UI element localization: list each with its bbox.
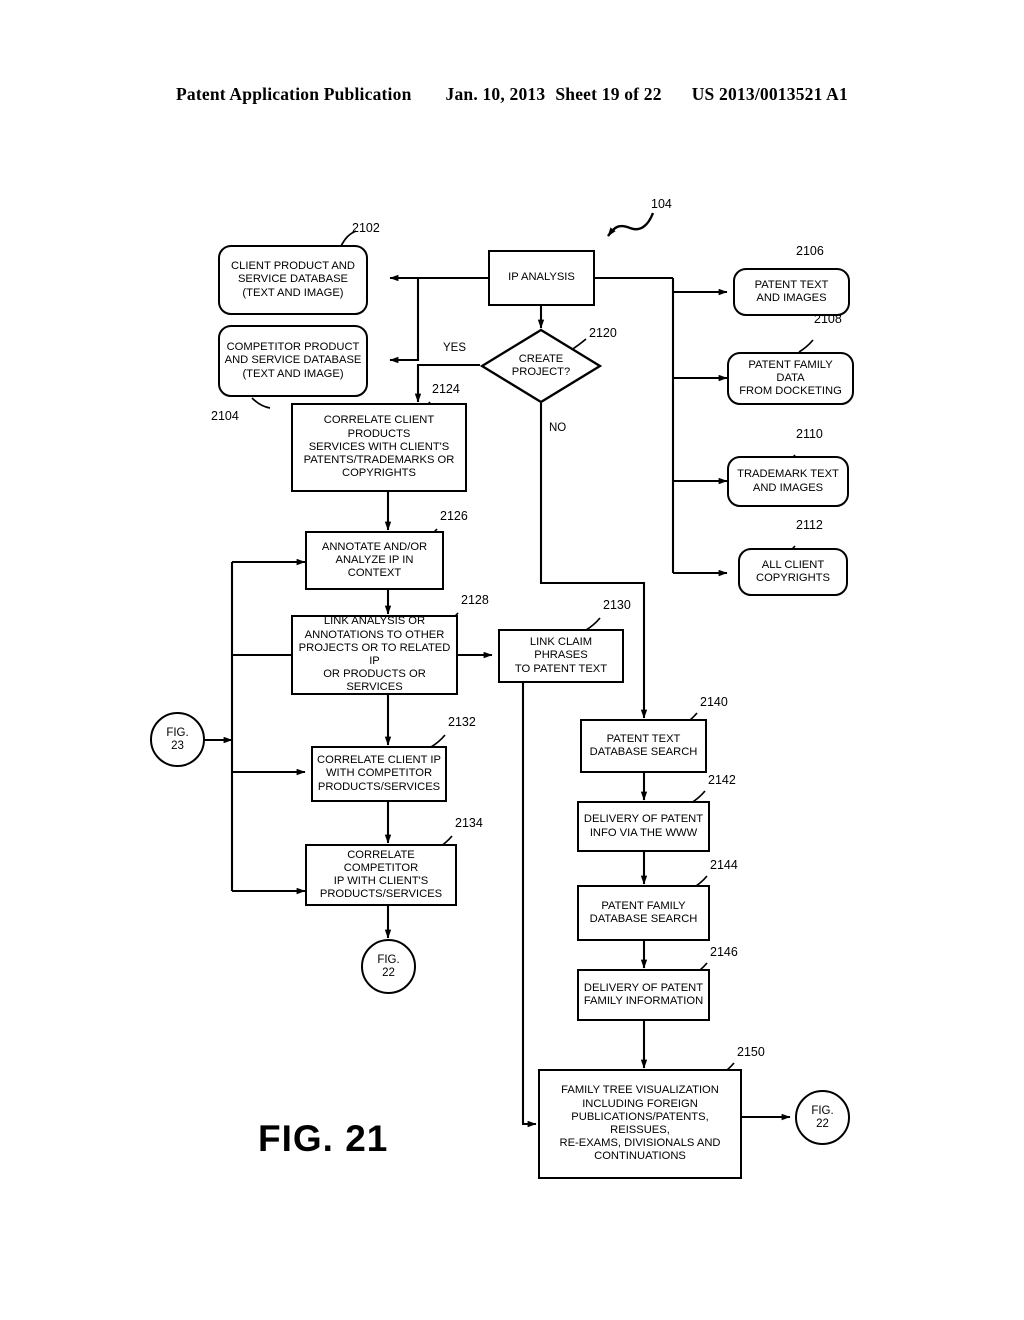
- node-label: DELIVERY OF PATENT FAMILY INFORMATION: [583, 981, 704, 1007]
- node-patent-text-database-search: PATENT TEXT DATABASE SEARCH: [580, 719, 707, 773]
- node-label: CLIENT PRODUCT AND SERVICE DATABASE (TEX…: [231, 260, 355, 299]
- node-label: PATENT FAMILY DATA FROM DOCKETING: [739, 358, 842, 398]
- ref-104: 104: [651, 197, 672, 211]
- ref-2140: 2140: [700, 695, 728, 709]
- node-label: ANNOTATE AND/OR ANALYZE IP IN CONTEXT: [321, 540, 428, 580]
- node-label: COMPETITOR PRODUCT AND SERVICE DATABASE …: [224, 341, 362, 380]
- edge-label-no: NO: [549, 422, 567, 434]
- node-label: CORRELATE CLIENT IP WITH COMPETITOR PROD…: [317, 754, 441, 793]
- node-annotate-analyze-ip-in-context: ANNOTATE AND/OR ANALYZE IP IN CONTEXT: [305, 531, 444, 590]
- offpage-connector-fig-23: FIG. 23: [150, 712, 205, 767]
- node-label: CREATE PROJECT?: [511, 352, 571, 378]
- ref-2110: 2110: [796, 427, 823, 441]
- ref-2120: 2120: [589, 326, 617, 340]
- ref-2128: 2128: [461, 593, 489, 607]
- node-delivery-of-patent-info-www: DELIVERY OF PATENT INFO VIA THE WWW: [577, 801, 710, 852]
- offpage-line2: 23: [171, 739, 184, 752]
- node-patent-text-and-images: PATENT TEXT AND IMAGES: [733, 268, 850, 316]
- offpage-line2: 22: [816, 1117, 829, 1130]
- ref-2144: 2144: [710, 858, 738, 872]
- offpage-line2: 22: [382, 966, 395, 979]
- node-label: TRADEMARK TEXT AND IMAGES: [737, 468, 839, 494]
- ref-2102: 2102: [352, 221, 380, 235]
- ref-2134: 2134: [455, 816, 483, 830]
- header-sheet: Sheet 19 of 22: [555, 84, 662, 104]
- node-delivery-of-patent-family-information: DELIVERY OF PATENT FAMILY INFORMATION: [577, 969, 710, 1021]
- node-label: LINK ANALYSIS OR ANNOTATIONS TO OTHER PR…: [298, 615, 451, 694]
- node-link-claim-phrases-to-patent-text: LINK CLAIM PHRASES TO PATENT TEXT: [498, 629, 624, 683]
- node-patent-family-database-search: PATENT FAMILY DATABASE SEARCH: [577, 885, 710, 941]
- node-all-client-copyrights: ALL CLIENT COPYRIGHTS: [738, 548, 848, 596]
- node-label: PATENT TEXT DATABASE SEARCH: [589, 732, 698, 758]
- node-correlate-competitor-ip-with-clients: CORRELATE COMPETITOR IP WITH CLIENT'S PR…: [305, 844, 457, 906]
- header-date: Jan. 10, 2013: [445, 84, 546, 104]
- node-correlate-client-products-services: CORRELATE CLIENT PRODUCTS SERVICES WITH …: [291, 403, 467, 492]
- edge-label-yes: YES: [443, 342, 467, 354]
- ref-2112: 2112: [796, 518, 823, 532]
- node-client-product-service-database: CLIENT PRODUCT AND SERVICE DATABASE (TEX…: [218, 245, 368, 315]
- node-label: DELIVERY OF PATENT INFO VIA THE WWW: [583, 813, 704, 839]
- ref-2126: 2126: [440, 509, 468, 523]
- patent-figure-page: Patent Application Publication Jan. 10, 2…: [0, 0, 1024, 1320]
- node-label: LINK CLAIM PHRASES TO PATENT TEXT: [514, 636, 608, 675]
- node-label: ALL CLIENT COPYRIGHTS: [756, 558, 830, 584]
- offpage-line1: FIG.: [377, 953, 400, 966]
- ref-2124: 2124: [432, 382, 460, 396]
- node-label: IP ANALYSIS: [508, 271, 575, 284]
- node-trademark-text-and-images: TRADEMARK TEXT AND IMAGES: [727, 456, 849, 507]
- node-label: PATENT TEXT AND IMAGES: [754, 278, 829, 304]
- node-create-project-decision: CREATE PROJECT?: [479, 328, 603, 404]
- page-header: Patent Application Publication Jan. 10, 2…: [0, 84, 1024, 105]
- node-label: PATENT FAMILY DATABASE SEARCH: [589, 899, 698, 925]
- offpage-connector-fig-22-left: FIG. 22: [361, 939, 416, 994]
- offpage-line1: FIG.: [811, 1104, 834, 1117]
- node-family-tree-visualization: FAMILY TREE VISUALIZATION INCLUDING FORE…: [538, 1069, 742, 1179]
- node-label: CORRELATE COMPETITOR IP WITH CLIENT'S PR…: [319, 848, 443, 901]
- node-correlate-client-ip-with-competitor: CORRELATE CLIENT IP WITH COMPETITOR PROD…: [311, 746, 447, 802]
- node-label: CORRELATE CLIENT PRODUCTS SERVICES WITH …: [303, 414, 455, 480]
- ref-2130: 2130: [603, 598, 631, 612]
- offpage-line1: FIG.: [166, 726, 189, 739]
- ref-2132: 2132: [448, 715, 476, 729]
- ref-2146: 2146: [710, 945, 738, 959]
- header-publication: Patent Application Publication: [176, 84, 412, 104]
- figure-caption: FIG. 21: [258, 1118, 389, 1159]
- node-link-analysis-or-annotations: LINK ANALYSIS OR ANNOTATIONS TO OTHER PR…: [291, 615, 458, 695]
- node-competitor-product-service-database: COMPETITOR PRODUCT AND SERVICE DATABASE …: [218, 325, 368, 397]
- node-ip-analysis: IP ANALYSIS: [488, 250, 595, 306]
- node-label: FAMILY TREE VISUALIZATION INCLUDING FORE…: [559, 1084, 721, 1163]
- ref-2108: 2108: [814, 312, 842, 326]
- ref-2104: 2104: [211, 409, 239, 423]
- ref-2106: 2106: [796, 244, 824, 258]
- header-patent-number: US 2013/0013521 A1: [691, 84, 848, 104]
- node-patent-family-data-from-docketing: PATENT FAMILY DATA FROM DOCKETING: [727, 352, 854, 405]
- ref-2150: 2150: [737, 1045, 765, 1059]
- offpage-connector-fig-22-right: FIG. 22: [795, 1090, 850, 1145]
- ref-2142: 2142: [708, 773, 736, 787]
